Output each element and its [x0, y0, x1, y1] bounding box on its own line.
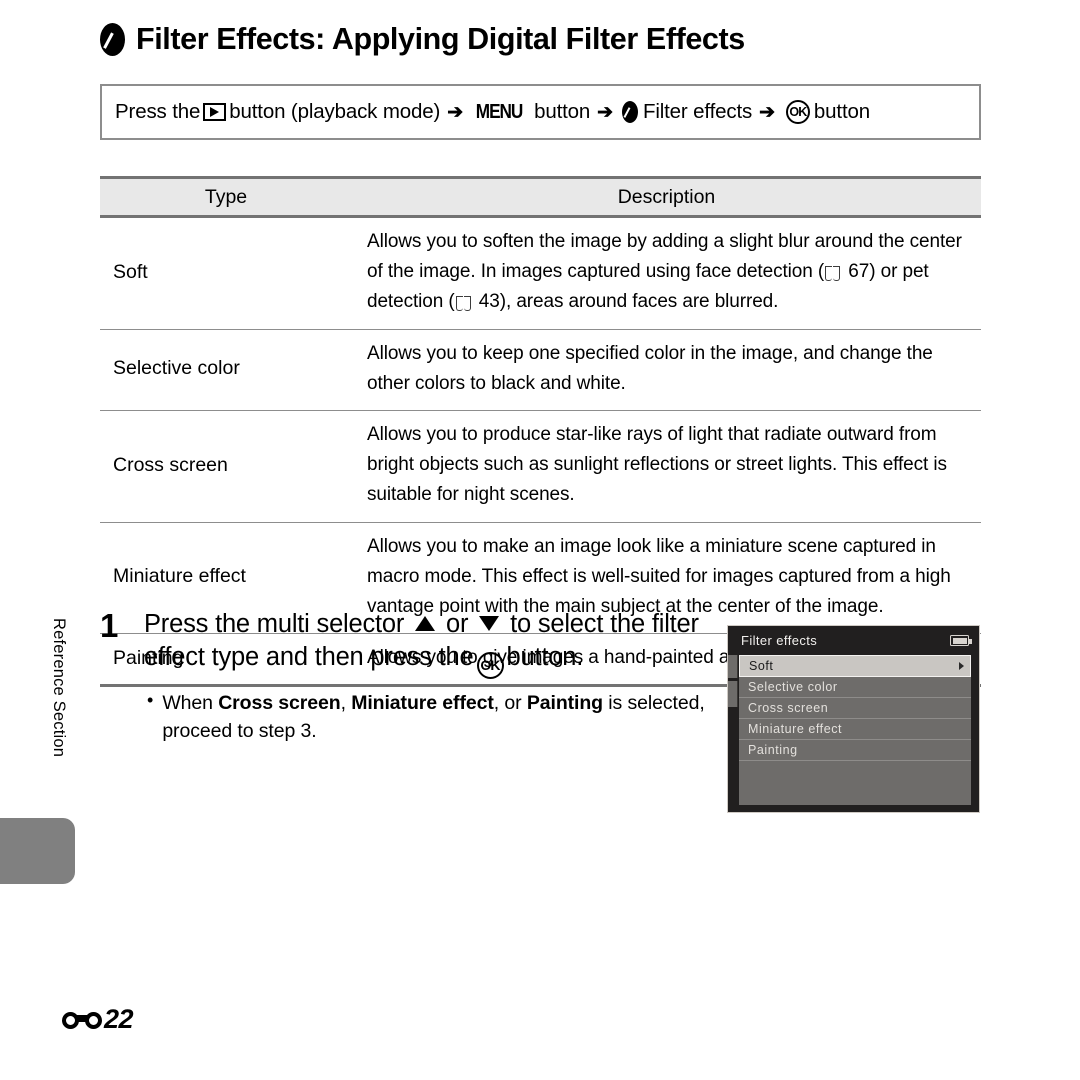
folio-page-number: 22 [104, 1004, 134, 1034]
lcd-tab-markers [728, 655, 739, 813]
cell-type: Selective color [100, 329, 352, 412]
bullet-bold-2: Miniature effect [351, 692, 494, 715]
lcd-tab-marker-2[interactable] [728, 681, 738, 707]
menu-button-icon: MENU [475, 100, 524, 123]
bullet-bold-1: Cross screen [218, 692, 341, 715]
step-instruction: Press the multi selector or to select th… [144, 608, 715, 680]
bullet-text: When Cross screen, Miniature effect, or … [162, 689, 715, 746]
bullet-sep-2: , or [493, 692, 522, 715]
cell-description: Allows you to produce star-like rays of … [352, 410, 981, 523]
lcd-body: Soft Selective color Cross screen Miniat… [728, 655, 979, 813]
section-thumb-tab [0, 818, 75, 884]
lcd-menu-item-label: Selective color [748, 680, 838, 694]
folio: 22 [62, 1004, 134, 1035]
step-text-c: button. [506, 642, 584, 671]
triangle-down-icon [479, 616, 500, 631]
arrow-right-icon-2: ➔ [597, 101, 613, 123]
lcd-menu-empty-row [739, 761, 971, 782]
arrow-right-icon-3: ➔ [759, 101, 775, 123]
path-segment-1: Press the [115, 100, 201, 123]
book-icon [825, 266, 841, 282]
list-item: • When Cross screen, Miniature effect, o… [147, 689, 715, 746]
cell-description: Allows you to keep one specified color i… [352, 329, 981, 412]
column-header-description: Description [352, 176, 981, 218]
lcd-title-row: Filter effects [728, 626, 979, 655]
path-segment-5: button [813, 100, 871, 123]
filter-effects-icon-small [621, 101, 638, 123]
cell-type: Soft [100, 216, 352, 330]
reference-section-symbol-icon [62, 1009, 102, 1031]
lcd-tab-marker-1[interactable] [728, 655, 738, 678]
step-1-block: 1 Press the multi selector or to select … [100, 607, 715, 746]
lcd-menu-item-soft[interactable]: Soft [739, 655, 971, 677]
path-segment-2: button (playback mode) [229, 100, 441, 123]
step-number: 1 [100, 607, 119, 644]
playback-button-icon [203, 103, 227, 121]
ok-button-icon: OK [476, 652, 504, 680]
battery-full-icon [950, 635, 972, 646]
bullet-dot-icon: • [147, 690, 154, 711]
desc-part-c: 43), areas around faces are blurred. [473, 291, 779, 313]
table-row: Selective color Allows you to keep one s… [100, 329, 981, 412]
book-icon [455, 296, 471, 312]
triangle-up-icon [415, 616, 436, 631]
filter-effects-icon [100, 23, 125, 56]
section-side-label: Reference Section [50, 618, 68, 758]
lcd-menu-item-miniature-effect[interactable]: Miniature effect [739, 719, 971, 740]
page-title-text: Filter Effects: Applying Digital Filter … [136, 22, 745, 56]
lcd-menu-list: Soft Selective color Cross screen Miniat… [739, 655, 971, 805]
table-row: Soft Allows you to soften the image by a… [100, 216, 981, 330]
cell-description: Allows you to soften the image by adding… [352, 216, 981, 330]
lcd-title: Filter effects [741, 633, 818, 648]
bullet-sep-1: , [340, 692, 346, 715]
lcd-menu-item-label: Cross screen [748, 701, 829, 715]
step-text-a: Press the multi selector [144, 610, 405, 638]
bullet-bold-3: Painting [526, 692, 603, 715]
page-title: Filter Effects: Applying Digital Filter … [100, 22, 990, 57]
lcd-menu-item-selective-color[interactable]: Selective color [739, 677, 971, 698]
lcd-menu-item-label: Miniature effect [748, 722, 843, 736]
column-header-type: Type [100, 176, 352, 218]
lcd-menu-item-cross-screen[interactable]: Cross screen [739, 698, 971, 719]
path-segment-4: Filter effects [642, 100, 753, 123]
arrow-right-icon-1: ➔ [447, 101, 463, 123]
menu-path-bar: Press the button (playback mode) ➔ MENU … [100, 84, 981, 140]
lcd-menu-item-label: Soft [749, 659, 774, 673]
lcd-menu-item-label: Painting [748, 743, 798, 757]
camera-lcd-screenshot: Filter effects Soft Selective color Cros… [727, 625, 980, 813]
step-or: or [446, 610, 469, 638]
table-header-row: Type Description [100, 176, 981, 218]
cell-type: Cross screen [100, 410, 352, 523]
table-row: Cross screen Allows you to produce star-… [100, 410, 981, 523]
bullet-prefix: When [162, 692, 213, 715]
lcd-menu-item-painting[interactable]: Painting [739, 740, 971, 761]
chevron-right-icon [959, 662, 964, 670]
path-segment-3: button [534, 100, 591, 123]
ok-button-icon: OK [785, 100, 810, 124]
